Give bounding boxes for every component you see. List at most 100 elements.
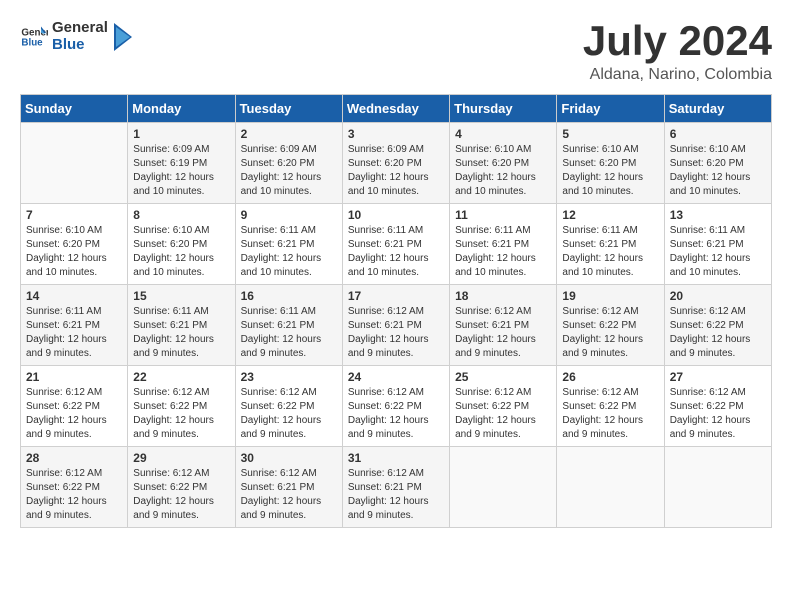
calendar-cell: 4 Sunrise: 6:10 AM Sunset: 6:20 PM Daylig… [450,123,557,204]
day-number: 11 [455,208,551,222]
day-number: 6 [670,127,766,141]
logo-general-text: General [52,20,108,37]
day-info: Sunrise: 6:12 AM Sunset: 6:21 PM Dayligh… [348,305,444,361]
day-info: Sunrise: 6:10 AM Sunset: 6:20 PM Dayligh… [455,143,551,199]
day-number: 8 [133,208,229,222]
day-info: Sunrise: 6:12 AM Sunset: 6:22 PM Dayligh… [670,386,766,442]
day-number: 9 [241,208,337,222]
day-number: 5 [562,127,658,141]
calendar-cell: 15 Sunrise: 6:11 AM Sunset: 6:21 PM Dayli… [128,285,235,366]
day-number: 17 [348,289,444,303]
calendar-cell: 27 Sunrise: 6:12 AM Sunset: 6:22 PM Dayli… [664,366,771,447]
calendar-cell: 6 Sunrise: 6:10 AM Sunset: 6:20 PM Daylig… [664,123,771,204]
calendar-cell: 20 Sunrise: 6:12 AM Sunset: 6:22 PM Dayli… [664,285,771,366]
day-info: Sunrise: 6:11 AM Sunset: 6:21 PM Dayligh… [26,305,122,361]
svg-text:Blue: Blue [21,37,43,48]
main-title: July 2024 [583,20,772,62]
calendar-cell: 13Sunrise: 6:11 AM Sunset: 6:21 PM Dayli… [664,204,771,285]
calendar-week-row: 21 Sunrise: 6:12 AM Sunset: 6:22 PM Dayli… [21,366,772,447]
day-number: 3 [348,127,444,141]
day-info: Sunrise: 6:10 AM Sunset: 6:20 PM Dayligh… [670,143,766,199]
calendar-week-row: 7 Sunrise: 6:10 AM Sunset: 6:20 PM Daylig… [21,204,772,285]
weekday-header-thursday: Thursday [450,95,557,123]
calendar-cell: 17 Sunrise: 6:12 AM Sunset: 6:21 PM Dayli… [342,285,449,366]
calendar-cell: 29 Sunrise: 6:12 AM Sunset: 6:22 PM Dayli… [128,447,235,528]
day-number: 19 [562,289,658,303]
calendar-cell: 25 Sunrise: 6:12 AM Sunset: 6:22 PM Dayli… [450,366,557,447]
subtitle: Aldana, Narino, Colombia [583,66,772,84]
day-info: Sunrise: 6:12 AM Sunset: 6:22 PM Dayligh… [241,386,337,442]
day-info: Sunrise: 6:09 AM Sunset: 6:19 PM Dayligh… [133,143,229,199]
calendar-table: SundayMondayTuesdayWednesdayThursdayFrid… [20,94,772,528]
day-number: 21 [26,370,122,384]
day-number: 25 [455,370,551,384]
logo: General Blue General Blue [20,20,134,53]
day-number: 27 [670,370,766,384]
day-info: Sunrise: 6:11 AM Sunset: 6:21 PM Dayligh… [241,305,337,361]
day-info: Sunrise: 6:10 AM Sunset: 6:20 PM Dayligh… [133,224,229,280]
calendar-cell: 23Sunrise: 6:12 AM Sunset: 6:22 PM Dayli… [235,366,342,447]
calendar-cell: 12 Sunrise: 6:11 AM Sunset: 6:21 PM Dayli… [557,204,664,285]
logo-blue-text: Blue [52,37,108,54]
calendar-cell: 3Sunrise: 6:09 AM Sunset: 6:20 PM Daylig… [342,123,449,204]
day-info: Sunrise: 6:12 AM Sunset: 6:22 PM Dayligh… [26,467,122,523]
day-number: 7 [26,208,122,222]
day-info: Sunrise: 6:12 AM Sunset: 6:21 PM Dayligh… [241,467,337,523]
day-info: Sunrise: 6:12 AM Sunset: 6:22 PM Dayligh… [562,386,658,442]
day-number: 2 [241,127,337,141]
calendar-cell: 10Sunrise: 6:11 AM Sunset: 6:21 PM Dayli… [342,204,449,285]
day-info: Sunrise: 6:11 AM Sunset: 6:21 PM Dayligh… [133,305,229,361]
calendar-cell: 1Sunrise: 6:09 AM Sunset: 6:19 PM Daylig… [128,123,235,204]
calendar-cell: 8 Sunrise: 6:10 AM Sunset: 6:20 PM Daylig… [128,204,235,285]
calendar-cell [557,447,664,528]
weekday-header-sunday: Sunday [21,95,128,123]
day-number: 4 [455,127,551,141]
calendar-cell [664,447,771,528]
day-info: Sunrise: 6:11 AM Sunset: 6:21 PM Dayligh… [562,224,658,280]
day-info: Sunrise: 6:11 AM Sunset: 6:21 PM Dayligh… [241,224,337,280]
weekday-header-wednesday: Wednesday [342,95,449,123]
calendar-cell: 18 Sunrise: 6:12 AM Sunset: 6:21 PM Dayli… [450,285,557,366]
day-info: Sunrise: 6:11 AM Sunset: 6:21 PM Dayligh… [455,224,551,280]
calendar-cell: 7 Sunrise: 6:10 AM Sunset: 6:20 PM Daylig… [21,204,128,285]
day-number: 12 [562,208,658,222]
day-info: Sunrise: 6:12 AM Sunset: 6:22 PM Dayligh… [455,386,551,442]
weekday-header-tuesday: Tuesday [235,95,342,123]
day-number: 31 [348,451,444,465]
day-info: Sunrise: 6:12 AM Sunset: 6:21 PM Dayligh… [348,467,444,523]
day-info: Sunrise: 6:09 AM Sunset: 6:20 PM Dayligh… [241,143,337,199]
calendar-cell: 21Sunrise: 6:12 AM Sunset: 6:22 PM Dayli… [21,366,128,447]
day-info: Sunrise: 6:12 AM Sunset: 6:22 PM Dayligh… [670,305,766,361]
calendar-cell: 16 Sunrise: 6:11 AM Sunset: 6:21 PM Dayli… [235,285,342,366]
calendar-cell: 26Sunrise: 6:12 AM Sunset: 6:22 PM Dayli… [557,366,664,447]
weekday-header-row: SundayMondayTuesdayWednesdayThursdayFrid… [21,95,772,123]
calendar-cell: 30 Sunrise: 6:12 AM Sunset: 6:21 PM Dayli… [235,447,342,528]
calendar-cell: 2 Sunrise: 6:09 AM Sunset: 6:20 PM Daylig… [235,123,342,204]
calendar-body: 1Sunrise: 6:09 AM Sunset: 6:19 PM Daylig… [21,123,772,528]
day-info: Sunrise: 6:12 AM Sunset: 6:21 PM Dayligh… [455,305,551,361]
day-number: 16 [241,289,337,303]
day-info: Sunrise: 6:10 AM Sunset: 6:20 PM Dayligh… [26,224,122,280]
header: General Blue General Blue July 2024 Alda… [20,20,772,84]
day-number: 15 [133,289,229,303]
day-number: 29 [133,451,229,465]
day-number: 18 [455,289,551,303]
calendar-header: SundayMondayTuesdayWednesdayThursdayFrid… [21,95,772,123]
calendar-cell: 31 Sunrise: 6:12 AM Sunset: 6:21 PM Dayli… [342,447,449,528]
calendar-week-row: 14 Sunrise: 6:11 AM Sunset: 6:21 PM Dayli… [21,285,772,366]
day-info: Sunrise: 6:12 AM Sunset: 6:22 PM Dayligh… [562,305,658,361]
calendar-cell: 11 Sunrise: 6:11 AM Sunset: 6:21 PM Dayli… [450,204,557,285]
day-number: 30 [241,451,337,465]
weekday-header-monday: Monday [128,95,235,123]
logo-arrow-icon [112,23,134,51]
day-info: Sunrise: 6:12 AM Sunset: 6:22 PM Dayligh… [133,467,229,523]
logo-icon: General Blue [20,23,48,51]
day-number: 14 [26,289,122,303]
title-area: July 2024 Aldana, Narino, Colombia [583,20,772,84]
day-number: 28 [26,451,122,465]
weekday-header-friday: Friday [557,95,664,123]
calendar-cell: 9 Sunrise: 6:11 AM Sunset: 6:21 PM Daylig… [235,204,342,285]
day-info: Sunrise: 6:10 AM Sunset: 6:20 PM Dayligh… [562,143,658,199]
day-number: 22 [133,370,229,384]
day-number: 20 [670,289,766,303]
